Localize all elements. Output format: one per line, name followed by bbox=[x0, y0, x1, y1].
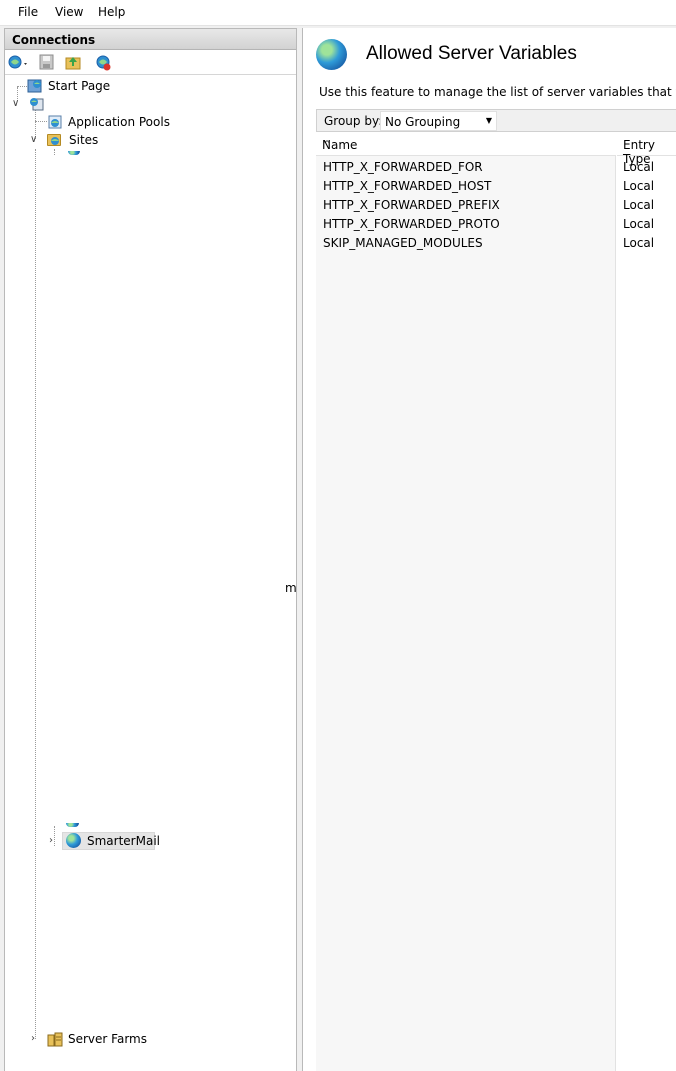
tree-label-sites: Sites bbox=[69, 133, 99, 147]
row-entry-type: Local bbox=[623, 236, 655, 250]
tree-site-smartermail[interactable]: › SmarterMail bbox=[47, 832, 167, 850]
tree-line bbox=[35, 149, 36, 1039]
column-header-name[interactable]: ⌃ Name bbox=[316, 132, 616, 156]
tree-application-pools[interactable]: Application Pools bbox=[43, 113, 243, 131]
row-name: HTTP_X_FORWARDED_PREFIX bbox=[323, 198, 500, 212]
globe-icon bbox=[66, 823, 79, 827]
row-entry-type: Local bbox=[623, 217, 655, 231]
server-icon bbox=[29, 96, 45, 112]
group-by-bar: Group by: No Grouping ▼ bbox=[316, 109, 676, 132]
clipped-text-fragment: m bbox=[285, 581, 297, 595]
tree-server-farms[interactable]: › Server Farms bbox=[27, 1030, 227, 1048]
tree-label-smartermail: SmarterMail bbox=[87, 834, 160, 848]
menu-help[interactable]: Help bbox=[98, 5, 125, 19]
feature-panel: Allowed Server Variables Use this featur… bbox=[302, 28, 676, 1071]
app-pools-icon bbox=[47, 114, 63, 130]
chevron-right-icon[interactable]: › bbox=[49, 835, 53, 846]
disconnect-icon bbox=[96, 55, 111, 71]
row-entry-type: Local bbox=[623, 160, 655, 174]
globe-icon bbox=[66, 833, 81, 848]
row-entry-type: Local bbox=[623, 198, 655, 212]
name-column-background bbox=[316, 156, 616, 1071]
tree-server[interactable]: ∨ bbox=[9, 95, 69, 113]
chevron-down-icon[interactable]: ∨ bbox=[30, 134, 37, 145]
table-row[interactable]: HTTP_X_FORWARDED_PROTO Local bbox=[316, 215, 676, 234]
row-entry-type: Local bbox=[623, 179, 655, 193]
group-by-label: Group by: bbox=[324, 114, 383, 128]
up-button[interactable] bbox=[65, 54, 83, 72]
globe-icon bbox=[68, 151, 80, 155]
folder-up-icon bbox=[65, 57, 81, 70]
start-page-icon bbox=[27, 78, 43, 94]
menu-file[interactable]: File bbox=[18, 5, 38, 19]
server-farm-icon bbox=[47, 1031, 63, 1047]
feature-description: Use this feature to manage the list of s… bbox=[319, 85, 676, 99]
menu-view[interactable]: View bbox=[55, 5, 83, 19]
tree-label-server-farms: Server Farms bbox=[68, 1032, 147, 1046]
folder-icon bbox=[47, 134, 61, 146]
connect-globe-icon bbox=[8, 55, 27, 69]
menu-bar: File View Help bbox=[0, 0, 676, 26]
disconnect-button[interactable] bbox=[94, 54, 112, 72]
tree-label-start-page: Start Page bbox=[48, 79, 111, 93]
column-header-entry-type[interactable]: Entry Type bbox=[617, 132, 676, 166]
variables-grid: ⌃ Name Entry Type HTTP_X_FORWARDED_FOR L… bbox=[316, 132, 676, 1071]
page-title: Allowed Server Variables bbox=[366, 43, 577, 64]
connections-toolbar bbox=[5, 51, 296, 75]
row-name: SKIP_MANAGED_MODULES bbox=[323, 236, 483, 250]
dropdown-arrow-icon: ▼ bbox=[485, 116, 492, 125]
row-name: HTTP_X_FORWARDED_FOR bbox=[323, 160, 483, 174]
tree-start-page[interactable]: Start Page bbox=[25, 77, 225, 95]
tree-line bbox=[54, 149, 55, 155]
row-name: HTTP_X_FORWARDED_HOST bbox=[323, 179, 492, 193]
connections-panel: Connections Start Page ∨ Application Poo… bbox=[4, 28, 297, 1071]
group-by-select[interactable]: No Grouping ▼ bbox=[380, 111, 497, 131]
table-row[interactable]: HTTP_X_FORWARDED_HOST Local bbox=[316, 177, 676, 196]
table-row[interactable]: SKIP_MANAGED_MODULES Local bbox=[316, 234, 676, 253]
tree-sites[interactable]: ∨ Sites bbox=[27, 131, 227, 149]
table-row[interactable]: HTTP_X_FORWARDED_PREFIX Local bbox=[316, 196, 676, 215]
tree-label-app-pools: Application Pools bbox=[68, 115, 170, 129]
connections-title: Connections bbox=[12, 33, 96, 47]
connect-button[interactable] bbox=[8, 54, 27, 72]
row-name: HTTP_X_FORWARDED_PROTO bbox=[323, 217, 500, 231]
table-row[interactable]: HTTP_X_FORWARDED_FOR Local bbox=[316, 158, 676, 177]
chevron-down-icon[interactable]: ∨ bbox=[12, 98, 19, 109]
globe-icon bbox=[316, 39, 347, 70]
group-by-value: No Grouping bbox=[385, 115, 461, 129]
chevron-right-icon[interactable]: › bbox=[31, 1033, 35, 1044]
connections-header: Connections bbox=[5, 29, 296, 50]
column-header-name-label: Name bbox=[322, 138, 358, 152]
save-button[interactable] bbox=[39, 54, 57, 72]
save-icon bbox=[39, 54, 54, 70]
